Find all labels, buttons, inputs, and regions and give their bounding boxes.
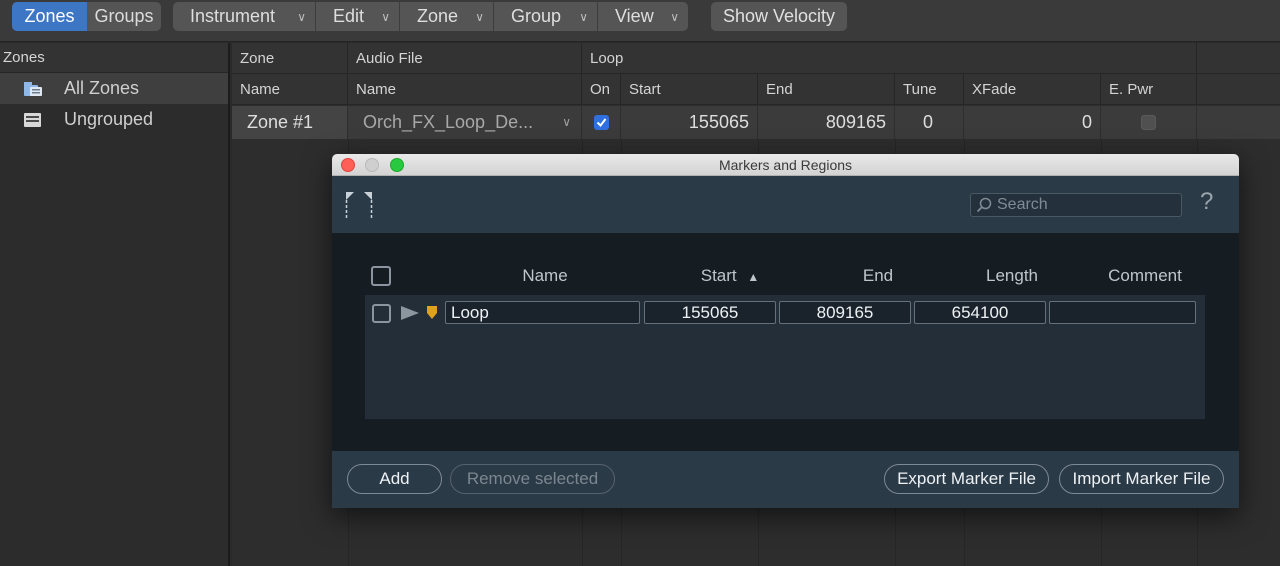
dialog-footer: Add Remove selected Export Marker File I… (332, 451, 1239, 508)
equal-power-cell (1101, 106, 1197, 139)
markers-table-body: Loop 155065 809165 654100 (365, 295, 1205, 419)
marker-region-icon (345, 192, 373, 218)
checkmark-icon (596, 118, 607, 128)
loop-xfade-cell[interactable]: 0 (964, 106, 1101, 139)
list-icon (24, 113, 41, 127)
audio-file-name: Orch_FX_Loop_De... (363, 112, 534, 132)
sidebar-item-ungrouped[interactable]: Ungrouped (0, 104, 228, 135)
loop-group-header: Loop (582, 43, 1197, 74)
marker-pin-icon (427, 306, 437, 319)
chevron-down-icon: ∨ (475, 10, 484, 24)
col-length[interactable]: Length (969, 266, 1055, 286)
instrument-menu[interactable]: Instrument ∨ (173, 2, 316, 31)
add-button[interactable]: Add (347, 464, 442, 494)
col-start-label: Start (700, 266, 737, 285)
markers-regions-dialog: Markers and Regions Search ? Name Start … (332, 154, 1239, 508)
menu-bar: Instrument ∨ Edit ∨ Zone ∨ Group ∨ View … (173, 2, 688, 31)
col-loop-end[interactable]: End (758, 74, 895, 105)
search-placeholder: Search (997, 196, 1048, 213)
col-equal-power[interactable]: E. Pwr (1101, 74, 1197, 105)
zone-group-header: Zone (232, 43, 348, 74)
sidebar-item-label: Ungrouped (64, 109, 154, 129)
select-all-checkbox[interactable] (371, 266, 391, 286)
zone-menu[interactable]: Zone ∨ (400, 2, 494, 31)
column-header-row: Name Name On Start End Tune XFade E. Pwr (232, 74, 1280, 105)
zone-name-cell[interactable]: Zone #1 (232, 106, 348, 139)
table-row[interactable]: Zone #1 Orch_FX_Loop_De... ∨ 155065 8091… (232, 106, 1280, 139)
help-button[interactable]: ? (1200, 188, 1213, 216)
instrument-menu-label: Instrument (190, 6, 276, 26)
sort-ascending-icon: ▲ (747, 270, 760, 284)
col-file-name[interactable]: Name (348, 74, 582, 105)
loop-tune-cell[interactable]: 0 (895, 106, 964, 139)
audio-file-popup[interactable]: Orch_FX_Loop_De... ∨ (348, 106, 582, 139)
col-loop-xfade[interactable]: XFade (964, 74, 1101, 105)
marker-length-field[interactable]: 654100 (914, 301, 1046, 324)
col-name[interactable]: Name (505, 266, 585, 286)
loop-end-cell[interactable]: 809165 (758, 106, 895, 139)
marker-comment-field[interactable] (1049, 301, 1196, 324)
groups-tab[interactable]: Groups (87, 2, 161, 31)
loop-on-checkbox[interactable] (594, 115, 609, 130)
remove-selected-button[interactable]: Remove selected (450, 464, 615, 494)
zone-menu-label: Zone (417, 6, 459, 26)
search-input[interactable]: Search (970, 193, 1182, 217)
dialog-header-bar: Search ? (332, 176, 1239, 233)
show-velocity-button[interactable]: Show Velocity (711, 2, 847, 31)
sidebar-header: Zones (0, 43, 228, 73)
col-end[interactable]: End (835, 266, 921, 286)
view-menu[interactable]: View ∨ (598, 2, 688, 31)
group-menu-label: Group (511, 6, 562, 26)
search-icon (976, 197, 992, 213)
chevron-down-icon: ∨ (579, 10, 588, 24)
markers-table-area: Name Start ▲ End Length Comment Loop 155… (332, 233, 1239, 451)
dialog-titlebar[interactable]: Markers and Regions (332, 154, 1239, 176)
col-loop-tune[interactable]: Tune (895, 74, 964, 105)
empty-header (1197, 43, 1280, 74)
col-comment[interactable]: Comment (1095, 266, 1195, 286)
col-start[interactable]: Start ▲ (685, 266, 775, 286)
zones-tab[interactable]: Zones (12, 2, 87, 31)
chevron-down-icon: ∨ (670, 10, 679, 24)
equal-power-checkbox[interactable] (1141, 115, 1156, 130)
play-icon[interactable] (401, 306, 419, 320)
view-menu-label: View (615, 6, 654, 26)
group-menu[interactable]: Group ∨ (494, 2, 598, 31)
zones-sidebar: Zones All Zones Ungrouped (0, 43, 230, 566)
export-marker-file-button[interactable]: Export Marker File (884, 464, 1049, 494)
chevron-down-icon: ∨ (562, 115, 571, 129)
marker-row-checkbox[interactable] (372, 304, 391, 323)
dialog-title: Markers and Regions (718, 157, 853, 173)
import-marker-file-button[interactable]: Import Marker File (1059, 464, 1224, 494)
col-loop-start[interactable]: Start (621, 74, 758, 105)
markers-table-header: Name Start ▲ End Length Comment (365, 233, 1205, 295)
marker-name-field[interactable]: Loop (445, 301, 640, 324)
folder-list-icon (24, 82, 42, 96)
edit-menu-label: Edit (333, 6, 365, 26)
marker-start-field[interactable]: 155065 (644, 301, 776, 324)
main-toolbar: Zones Groups Instrument ∨ Edit ∨ Zone ∨ … (0, 0, 1280, 42)
chevron-down-icon: ∨ (381, 10, 390, 24)
sidebar-item-label: All Zones (64, 78, 140, 98)
col-zone-name[interactable]: Name (232, 74, 348, 105)
audio-file-group-header: Audio File (348, 43, 582, 74)
col-loop-on[interactable]: On (582, 74, 621, 105)
marker-end-field[interactable]: 809165 (779, 301, 911, 324)
sidebar-item-all-zones[interactable]: All Zones (0, 73, 228, 104)
edit-menu[interactable]: Edit ∨ (316, 2, 400, 31)
group-header-row: Zone Audio File Loop (232, 43, 1280, 74)
chevron-down-icon: ∨ (297, 10, 306, 24)
loop-start-cell[interactable]: 155065 (621, 106, 758, 139)
loop-on-cell (582, 106, 621, 139)
view-switch: Zones Groups (12, 2, 161, 31)
